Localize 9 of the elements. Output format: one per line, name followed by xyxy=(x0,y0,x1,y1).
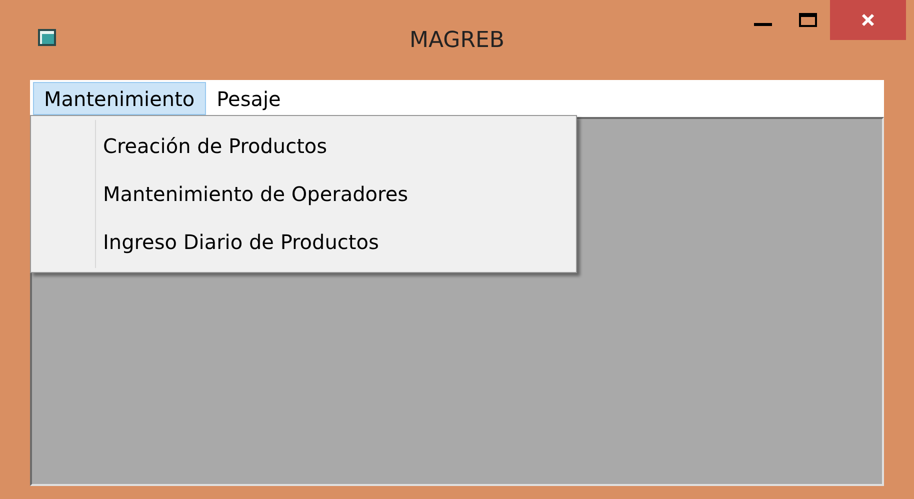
menu-item[interactable]: Pesaje xyxy=(206,82,292,115)
close-icon xyxy=(861,13,875,27)
menu-item[interactable]: Mantenimiento xyxy=(33,82,206,115)
dropdown-item[interactable]: Creación de Productos xyxy=(31,122,576,170)
window-title: MAGREB xyxy=(410,27,504,55)
close-button[interactable] xyxy=(830,0,906,40)
dropdown-item[interactable]: Mantenimiento de Operadores xyxy=(31,170,576,218)
dropdown-item[interactable]: Ingreso Diario de Productos xyxy=(31,218,576,266)
app-icon xyxy=(38,28,58,48)
